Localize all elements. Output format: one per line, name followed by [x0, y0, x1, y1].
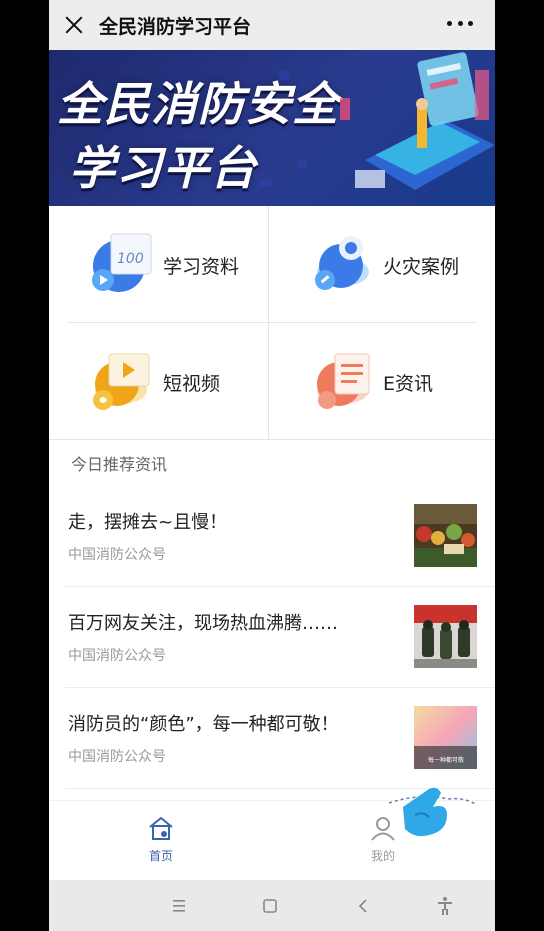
news-title: 消防员的“颜色”，每一种都可敬！: [68, 714, 339, 735]
market-stall-thumbnail: [414, 504, 477, 567]
fire-case-icon: [315, 236, 369, 290]
phone-illustration: [340, 52, 495, 190]
accessibility-icon[interactable]: [433, 894, 457, 918]
feature-menu: 100 学习资料 火灾案例 短视频 E资讯: [49, 206, 495, 440]
menu-label-short-video: 短视频: [163, 373, 221, 395]
menu-label-e-news: E资讯: [383, 373, 434, 395]
short-video-icon: [93, 353, 150, 410]
section-header: 今日推荐资讯: [49, 440, 495, 486]
menu-e-news[interactable]: E资讯: [271, 323, 493, 439]
banner-title-line1: 全民消防安全: [57, 77, 339, 131]
phone-screen: 全民消防学习平台 全民消防安全 学习平台 100 学习资料 火灾案例 短视频 E…: [49, 0, 495, 931]
news-title: 百万网友关注，现场热血沸腾……: [68, 613, 338, 634]
tab-home[interactable]: 首页: [121, 815, 201, 865]
e-news-icon: [317, 353, 370, 409]
news-source: 中国消防公众号: [68, 749, 166, 765]
banner-title-line2: 学习平台: [69, 141, 257, 195]
firefighters-thumbnail: [414, 605, 477, 668]
news-source: 中国消防公众号: [68, 648, 166, 664]
news-title: 走，摆摊去~且慢！: [68, 512, 228, 533]
news-item[interactable]: 走，摆摊去~且慢！ 中国消防公众号: [49, 486, 495, 587]
menu-short-video[interactable]: 短视频: [49, 323, 271, 439]
study-materials-icon: 100: [92, 233, 152, 292]
close-icon[interactable]: [63, 14, 85, 36]
page-title: 全民消防学习平台: [99, 15, 252, 38]
thumbnail-caption: 每一种都可敬: [428, 756, 464, 764]
menu-fire-cases[interactable]: 火灾案例: [271, 206, 493, 322]
menu-label-fire-cases: 火灾案例: [383, 256, 460, 278]
news-item[interactable]: 消防员的“颜色”，每一种都可敬！ 中国消防公众号 每一种都可敬: [49, 688, 495, 789]
colors-thumbnail: 每一种都可敬: [414, 706, 477, 769]
pointer-hand-icon: [389, 787, 478, 837]
menu-label-study: 学习资料: [163, 256, 240, 278]
menu-icon[interactable]: [167, 894, 191, 918]
title-bar: 全民消防学习平台: [49, 0, 495, 50]
tab-mine-label: 我的: [370, 849, 395, 863]
back-icon[interactable]: [352, 894, 376, 918]
svg-text:100: 100: [117, 251, 144, 267]
banner[interactable]: 全民消防安全 学习平台: [49, 50, 495, 206]
system-nav-bar: [49, 880, 495, 931]
tab-home-label: 首页: [148, 849, 173, 863]
news-item[interactable]: 百万网友关注，现场热血沸腾…… 中国消防公众号: [49, 587, 495, 688]
more-dots-icon[interactable]: [447, 16, 473, 30]
home-square-icon[interactable]: [258, 894, 282, 918]
home-icon: [149, 816, 173, 840]
news-source: 中国消防公众号: [68, 547, 166, 563]
menu-study-materials[interactable]: 100 学习资料: [49, 206, 271, 322]
section-title: 今日推荐资讯: [71, 455, 168, 474]
